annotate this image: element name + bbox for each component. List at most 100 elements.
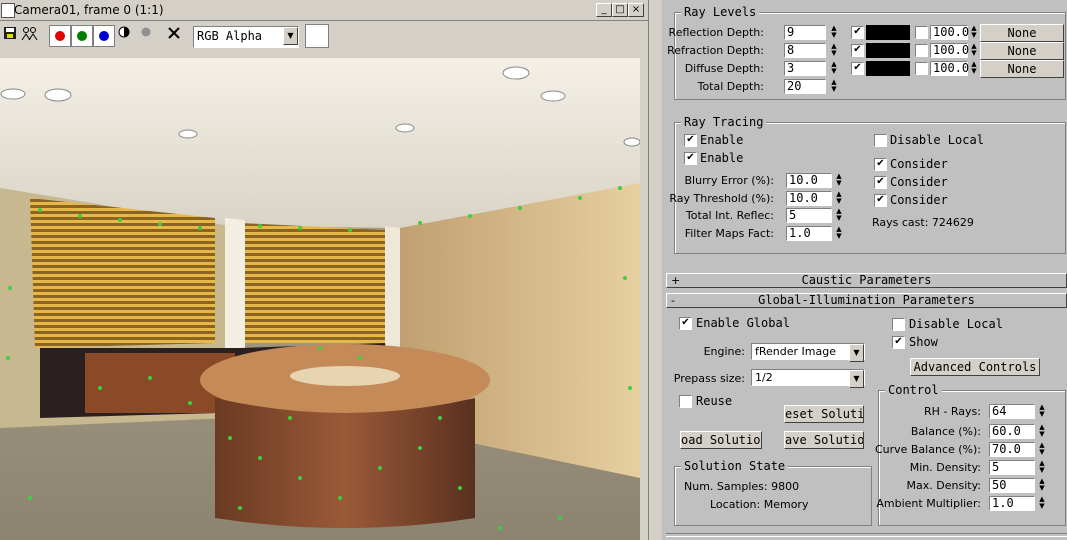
minimize-button[interactable]: _: [596, 3, 612, 17]
diffuse-amount-input[interactable]: 100.0: [930, 61, 969, 76]
collapse-icon: -: [671, 294, 675, 307]
raytrace-disable-local-label: Disable Local: [890, 133, 984, 147]
enable-global-label: Enable Global: [696, 316, 790, 330]
diffuse-color-swatch[interactable]: [866, 61, 910, 76]
refraction-depth-input[interactable]: 8: [784, 43, 826, 58]
refraction-checkbox[interactable]: ✔: [851, 44, 864, 57]
load-solution-button[interactable]: oad Solution: [680, 431, 762, 449]
max-density-input[interactable]: 50: [989, 478, 1035, 493]
reflection-map-checkbox[interactable]: [915, 26, 928, 39]
balance-spinner[interactable]: ▲ ▼: [1037, 424, 1047, 439]
save-solution-button[interactable]: ave Solution: [784, 431, 864, 449]
total-depth-spinner[interactable]: ▲ ▼: [829, 79, 839, 94]
rendered-scene-image: [0, 58, 640, 540]
curve-balance-spinner[interactable]: ▲ ▼: [1037, 442, 1047, 457]
ray-threshold-spinner[interactable]: ▲ ▼: [834, 191, 844, 206]
diffuse-depth-input[interactable]: 3: [784, 61, 826, 76]
filter-maps-spinner[interactable]: ▲ ▼: [834, 226, 844, 241]
rh-rays-input[interactable]: 64: [989, 404, 1035, 419]
chevron-down-icon[interactable]: ▼: [849, 370, 864, 388]
channel-select[interactable]: RGB Alpha ▼: [193, 26, 299, 48]
mono-icon[interactable]: [115, 26, 133, 44]
window-divider[interactable]: [648, 0, 663, 540]
reset-solution-button[interactable]: eset Solutio: [784, 405, 864, 423]
enable-global-checkbox[interactable]: ✔: [679, 317, 692, 330]
clone-window-icon[interactable]: [21, 26, 39, 44]
consider3-checkbox[interactable]: ✔: [874, 194, 887, 207]
reuse-checkbox[interactable]: [679, 395, 692, 408]
close-button[interactable]: ×: [628, 3, 644, 17]
alpha-dot-icon[interactable]: [137, 26, 155, 44]
reflection-depth-input[interactable]: 9: [784, 25, 826, 40]
total-int-reflec-input[interactable]: 5: [786, 208, 832, 223]
diffuse-map-checkbox[interactable]: [915, 62, 928, 75]
filter-maps-input[interactable]: 1.0: [786, 226, 832, 241]
gi-parameters-rollout[interactable]: Global-Illumination Parameters -: [666, 293, 1067, 308]
refraction-depth-spinner[interactable]: ▲ ▼: [829, 43, 839, 58]
curve-balance-input[interactable]: 70.0: [989, 442, 1035, 457]
curve-balance-label: Curve Balance (%):: [874, 443, 981, 456]
prepass-size-select[interactable]: 1/2 ▼: [751, 369, 865, 388]
control-title: Control: [885, 383, 942, 397]
ambient-multiplier-input[interactable]: 1.0: [989, 496, 1035, 511]
blurry-error-input[interactable]: 10.0: [786, 173, 832, 188]
total-depth-input[interactable]: 20: [784, 79, 826, 94]
engine-select[interactable]: fRender Image ▼: [751, 343, 865, 362]
refraction-color-swatch[interactable]: [866, 43, 910, 58]
reflection-amount-input[interactable]: 100.0: [930, 25, 969, 40]
green-channel-button[interactable]: [71, 25, 93, 47]
blurry-error-label: Blurry Error (%):: [684, 174, 774, 187]
location-readout: Location: Memory: [710, 498, 809, 511]
save-icon[interactable]: [1, 26, 19, 44]
ambient-multiplier-spinner[interactable]: ▲ ▼: [1037, 496, 1047, 511]
refraction-map-checkbox[interactable]: [915, 44, 928, 57]
gi-disable-local-checkbox[interactable]: [892, 318, 905, 331]
chevron-down-icon[interactable]: ▼: [849, 344, 864, 362]
maximize-button[interactable]: □: [612, 3, 628, 17]
reflection-map-button[interactable]: None: [980, 24, 1064, 42]
diffuse-checkbox[interactable]: ✔: [851, 62, 864, 75]
engine-select-value: fRender Image: [755, 345, 836, 358]
color-swatch[interactable]: [305, 24, 329, 48]
clear-icon[interactable]: [165, 26, 183, 44]
ray-threshold-label: Ray Threshold (%):: [669, 192, 774, 205]
reflection-checkbox[interactable]: ✔: [851, 26, 864, 39]
diffuse-depth-spinner[interactable]: ▲ ▼: [829, 61, 839, 76]
raytrace-enable2-checkbox[interactable]: ✔: [684, 152, 697, 165]
balance-input[interactable]: 60.0: [989, 424, 1035, 439]
raytrace-disable-local-checkbox[interactable]: [874, 134, 887, 147]
raytrace-enable-checkbox[interactable]: ✔: [684, 134, 697, 147]
consider1-checkbox[interactable]: ✔: [874, 158, 887, 171]
red-channel-button[interactable]: [49, 25, 71, 47]
blurry-error-spinner[interactable]: ▲ ▼: [834, 173, 844, 188]
window-icon: [1, 3, 15, 18]
min-density-input[interactable]: 5: [989, 460, 1035, 475]
refraction-amount-spinner[interactable]: ▲ ▼: [969, 43, 979, 58]
reflection-color-swatch[interactable]: [866, 25, 910, 40]
advanced-controls-button[interactable]: Advanced Controls: [910, 358, 1040, 376]
ray-threshold-input[interactable]: 10.0: [786, 191, 832, 206]
min-density-spinner[interactable]: ▲ ▼: [1037, 460, 1047, 475]
show-checkbox[interactable]: ✔: [892, 336, 905, 349]
max-density-spinner[interactable]: ▲ ▼: [1037, 478, 1047, 493]
total-int-reflec-spinner[interactable]: ▲ ▼: [834, 208, 844, 223]
raytrace-enable2-label: Enable: [700, 151, 744, 165]
ambient-multiplier-label: Ambient Multiplier:: [876, 497, 981, 510]
consider2-checkbox[interactable]: ✔: [874, 176, 887, 189]
rh-rays-spinner[interactable]: ▲ ▼: [1037, 404, 1047, 419]
chevron-down-icon[interactable]: ▼: [283, 27, 298, 45]
consider1-label: Consider: [890, 157, 948, 171]
num-samples-readout: Num. Samples: 9800: [684, 480, 800, 493]
refraction-amount-input[interactable]: 100.0: [930, 43, 969, 58]
reflection-depth-spinner[interactable]: ▲ ▼: [829, 25, 839, 40]
gi-rollout-title: Global-Illumination Parameters: [758, 293, 975, 307]
diffuse-map-button[interactable]: None: [980, 60, 1064, 78]
total-depth-label: Total Depth:: [697, 80, 764, 93]
refraction-map-button[interactable]: None: [980, 42, 1064, 60]
render-settings-panel: Ray Levels Reflection Depth: 9 ▲ ▼ ✔ 100.…: [662, 0, 1067, 540]
reflection-amount-spinner[interactable]: ▲ ▼: [969, 25, 979, 40]
caustic-parameters-rollout[interactable]: Caustic Parameters +: [666, 273, 1067, 288]
blue-channel-button[interactable]: [93, 25, 115, 47]
rays-cast-readout: Rays cast: 724629: [872, 216, 974, 229]
diffuse-amount-spinner[interactable]: ▲ ▼: [969, 61, 979, 76]
